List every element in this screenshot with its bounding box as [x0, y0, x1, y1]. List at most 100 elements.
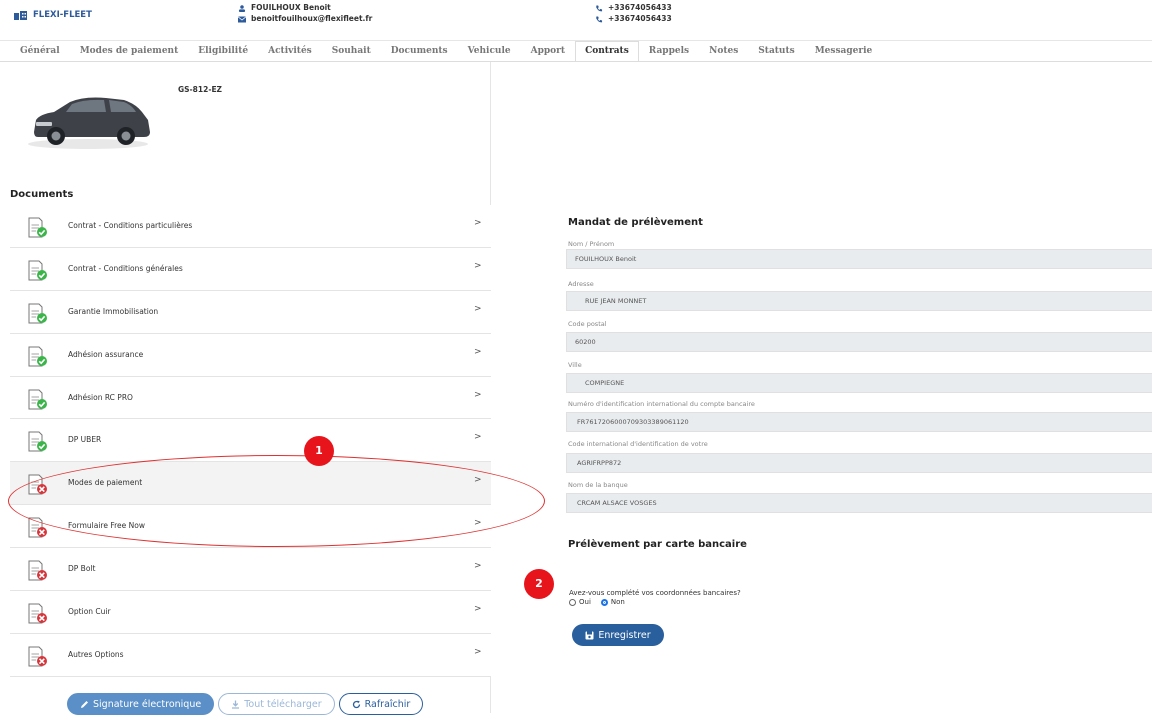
field-input-iban[interactable]: FR7617206000709303389061120: [566, 412, 1152, 432]
document-actions: Signature électronique Tout télécharger …: [67, 693, 424, 715]
tab-apport[interactable]: Apport: [521, 41, 575, 61]
document-row[interactable]: Contrat - Conditions générales >: [10, 247, 491, 291]
field-input-bic[interactable]: AGRIFRPP872: [566, 453, 1152, 473]
tab-eligibilite[interactable]: Eligibilité: [188, 41, 258, 61]
phone-info: +33674056433 +33674056433: [595, 2, 672, 24]
document-label: Adhésion assurance: [68, 349, 144, 359]
user-name: FOUILHOUX Benoit: [251, 3, 331, 12]
radio-oui-label: Oui: [579, 598, 591, 606]
field-label-bic: Code international d'identification de v…: [568, 440, 708, 448]
documents-list: Contrat - Conditions particulières > Contr…: [10, 205, 491, 677]
brand-name: FLEXI-FLEET: [33, 10, 92, 20]
tab-general[interactable]: Général: [10, 41, 70, 61]
document-label: DP UBER: [68, 435, 102, 445]
chevron-right-icon: >: [474, 303, 482, 314]
field-label-adresse: Adresse: [568, 280, 594, 288]
tab-vehicule[interactable]: Vehicule: [458, 41, 521, 61]
field-label-banque: Nom de la banque: [568, 481, 628, 489]
annotation-badge-2: 2: [524, 569, 554, 599]
bank-details-radio-group: Oui Non: [569, 598, 625, 606]
carte-title: Prélèvement par carte bancaire: [568, 539, 747, 550]
field-label-iban: Numéro d'identification international du…: [568, 400, 755, 408]
save-button[interactable]: Enregistrer: [572, 624, 664, 646]
pencil-icon: [81, 700, 88, 708]
tab-documents[interactable]: Documents: [381, 41, 458, 61]
tab-modes-de-paiement[interactable]: Modes de paiement: [70, 41, 189, 61]
signature-label: Signature électronique: [93, 698, 202, 710]
signature-button[interactable]: Signature électronique: [67, 693, 215, 715]
document-label: Autres Options: [68, 649, 124, 659]
phone-icon: [596, 15, 603, 22]
document-signed-icon: [28, 260, 47, 281]
envelope-icon: [238, 15, 246, 22]
documents-title: Documents: [10, 189, 74, 200]
tab-contrats[interactable]: Contrats: [575, 41, 639, 61]
document-label: Contrat - Conditions générales: [68, 263, 183, 273]
field-label-ville: Ville: [568, 361, 582, 369]
radio-non-dot[interactable]: [600, 598, 608, 606]
chevron-right-icon: >: [474, 389, 482, 400]
tab-statuts[interactable]: Statuts: [748, 41, 804, 61]
chevron-right-icon: >: [474, 604, 482, 615]
brand[interactable]: FLEXI-FLEET: [14, 10, 92, 20]
field-input-nom[interactable]: FOUILHOUX Benoit: [566, 249, 1152, 269]
bank-details-question: Avez-vous complété vos coordonnées banca…: [569, 589, 741, 597]
chevron-right-icon: >: [474, 346, 482, 357]
download-all-label: Tout télécharger: [244, 698, 322, 710]
document-unsigned-icon: [28, 560, 47, 581]
document-row[interactable]: Adhésion assurance >: [10, 333, 491, 377]
download-all-button[interactable]: Tout télécharger: [218, 693, 335, 715]
top-bar: FLEXI-FLEET FOUILHOUX Benoit benoitfouil…: [0, 0, 1152, 41]
document-row[interactable]: DP Bolt >: [10, 548, 491, 592]
document-unsigned-icon: [28, 646, 47, 667]
radio-oui[interactable]: Oui: [569, 598, 591, 606]
document-signed-icon: [28, 346, 47, 367]
document-signed-icon: [28, 217, 47, 238]
field-label-code-postal: Code postal: [568, 320, 607, 328]
document-label: Option Cuir: [68, 607, 111, 617]
car-image: [28, 97, 150, 149]
document-signed-icon: [28, 303, 47, 324]
field-input-adresse[interactable]: RUE JEAN MONNET: [566, 291, 1152, 311]
document-label: Garantie Immobilisation: [68, 306, 159, 316]
annotation-badge-1: 1: [304, 436, 334, 466]
field-input-ville[interactable]: COMPIEGNE: [566, 373, 1152, 393]
document-unsigned-icon: [28, 603, 47, 624]
document-row[interactable]: Garantie Immobilisation >: [10, 290, 491, 334]
tab-notes[interactable]: Notes: [699, 41, 748, 61]
annotation-ellipse: [8, 455, 545, 547]
phone-2[interactable]: +33674056433: [608, 14, 672, 23]
user-icon: [238, 4, 246, 12]
document-label: Adhésion RC PRO: [68, 392, 133, 402]
chevron-right-icon: >: [474, 260, 482, 271]
floppy-disk-icon: [585, 631, 594, 639]
document-label: Contrat - Conditions particulières: [68, 221, 193, 230]
tab-messagerie[interactable]: Messagerie: [805, 41, 883, 61]
radio-oui-dot[interactable]: [569, 598, 576, 606]
radio-non-label: Non: [610, 598, 625, 606]
refresh-button[interactable]: Rafraîchir: [338, 693, 424, 715]
tab-activites[interactable]: Activités: [258, 41, 322, 61]
mandat-title: Mandat de prélèvement: [568, 217, 703, 228]
phone-icon: [596, 4, 603, 11]
tab-divider: [0, 61, 1152, 62]
user-email[interactable]: benoitfouilhoux@flexifleet.fr: [251, 14, 372, 23]
document-row[interactable]: Contrat - Conditions particulières >: [10, 205, 491, 248]
chevron-right-icon: >: [474, 646, 482, 657]
field-input-code-postal[interactable]: 60200: [566, 332, 1152, 352]
radio-non[interactable]: Non: [600, 598, 625, 606]
chevron-right-icon: >: [474, 432, 482, 443]
tab-rappels[interactable]: Rappels: [639, 41, 699, 61]
download-icon: [232, 700, 240, 709]
document-row[interactable]: Adhésion RC PRO >: [10, 376, 491, 420]
field-input-banque[interactable]: CRCAM ALSACE VOSGES: [566, 493, 1152, 513]
document-row[interactable]: Option Cuir >: [10, 591, 491, 634]
tab-souhait[interactable]: Souhait: [322, 41, 381, 61]
document-signed-icon: [28, 389, 47, 410]
refresh-label: Rafraîchir: [364, 698, 411, 710]
phone-1[interactable]: +33674056433: [608, 3, 672, 12]
save-label: Enregistrer: [598, 629, 651, 641]
tab-bar: Général Modes de paiement Eligibilité Ac…: [10, 41, 882, 61]
document-row[interactable]: Autres Options >: [10, 633, 491, 677]
refresh-icon: [352, 700, 360, 708]
